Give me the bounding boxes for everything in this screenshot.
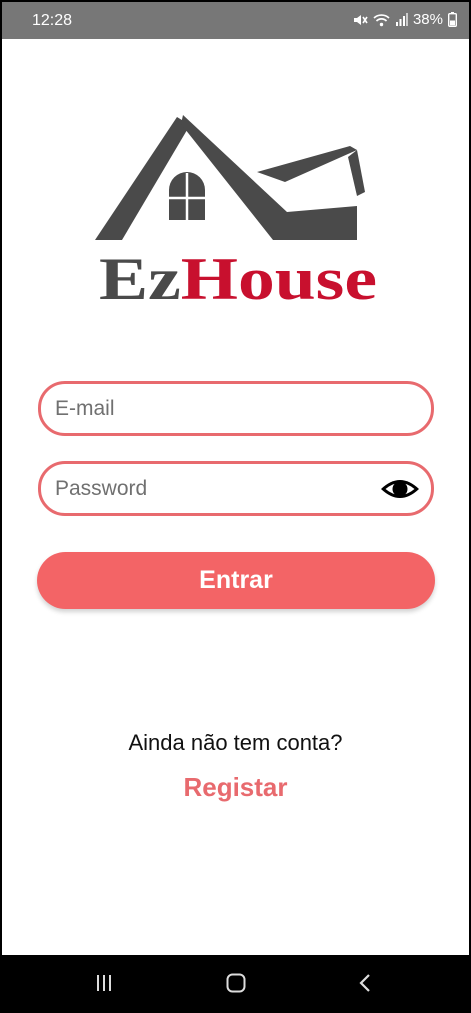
wifi-icon — [373, 13, 390, 27]
navigation-bar — [2, 955, 469, 1011]
house-roof-icon: Ez House — [95, 115, 377, 307]
signup-question: Ainda não tem conta? — [128, 730, 343, 755]
app-logo: Ez House — [95, 112, 385, 307]
battery-icon — [448, 12, 457, 27]
svg-text:EzHouse: Ez House — [99, 246, 377, 307]
email-field[interactable] — [38, 381, 434, 436]
login-button[interactable]: Entrar — [37, 552, 435, 609]
register-link[interactable]: Registar — [172, 772, 299, 803]
recent-apps-icon[interactable] — [89, 970, 119, 996]
email-input[interactable] — [55, 384, 375, 433]
logo-text-house: House — [181, 246, 377, 307]
status-time: 12:28 — [32, 12, 73, 29]
signal-icon — [395, 13, 408, 26]
status-icons: 38% — [352, 11, 457, 28]
password-input[interactable] — [55, 464, 375, 513]
password-field[interactable] — [38, 461, 434, 516]
battery-percentage: 38% — [412, 11, 443, 28]
back-icon[interactable] — [350, 970, 380, 996]
logo-text-ez: Ez — [99, 246, 181, 307]
eye-icon[interactable] — [379, 476, 421, 502]
status-bar: 12:28 38% — [2, 2, 469, 39]
mute-icon — [352, 13, 368, 27]
home-icon[interactable] — [221, 970, 251, 996]
app-screen: 12:28 38% Ez House E-mail Entrar Ainda n… — [0, 0, 471, 1013]
